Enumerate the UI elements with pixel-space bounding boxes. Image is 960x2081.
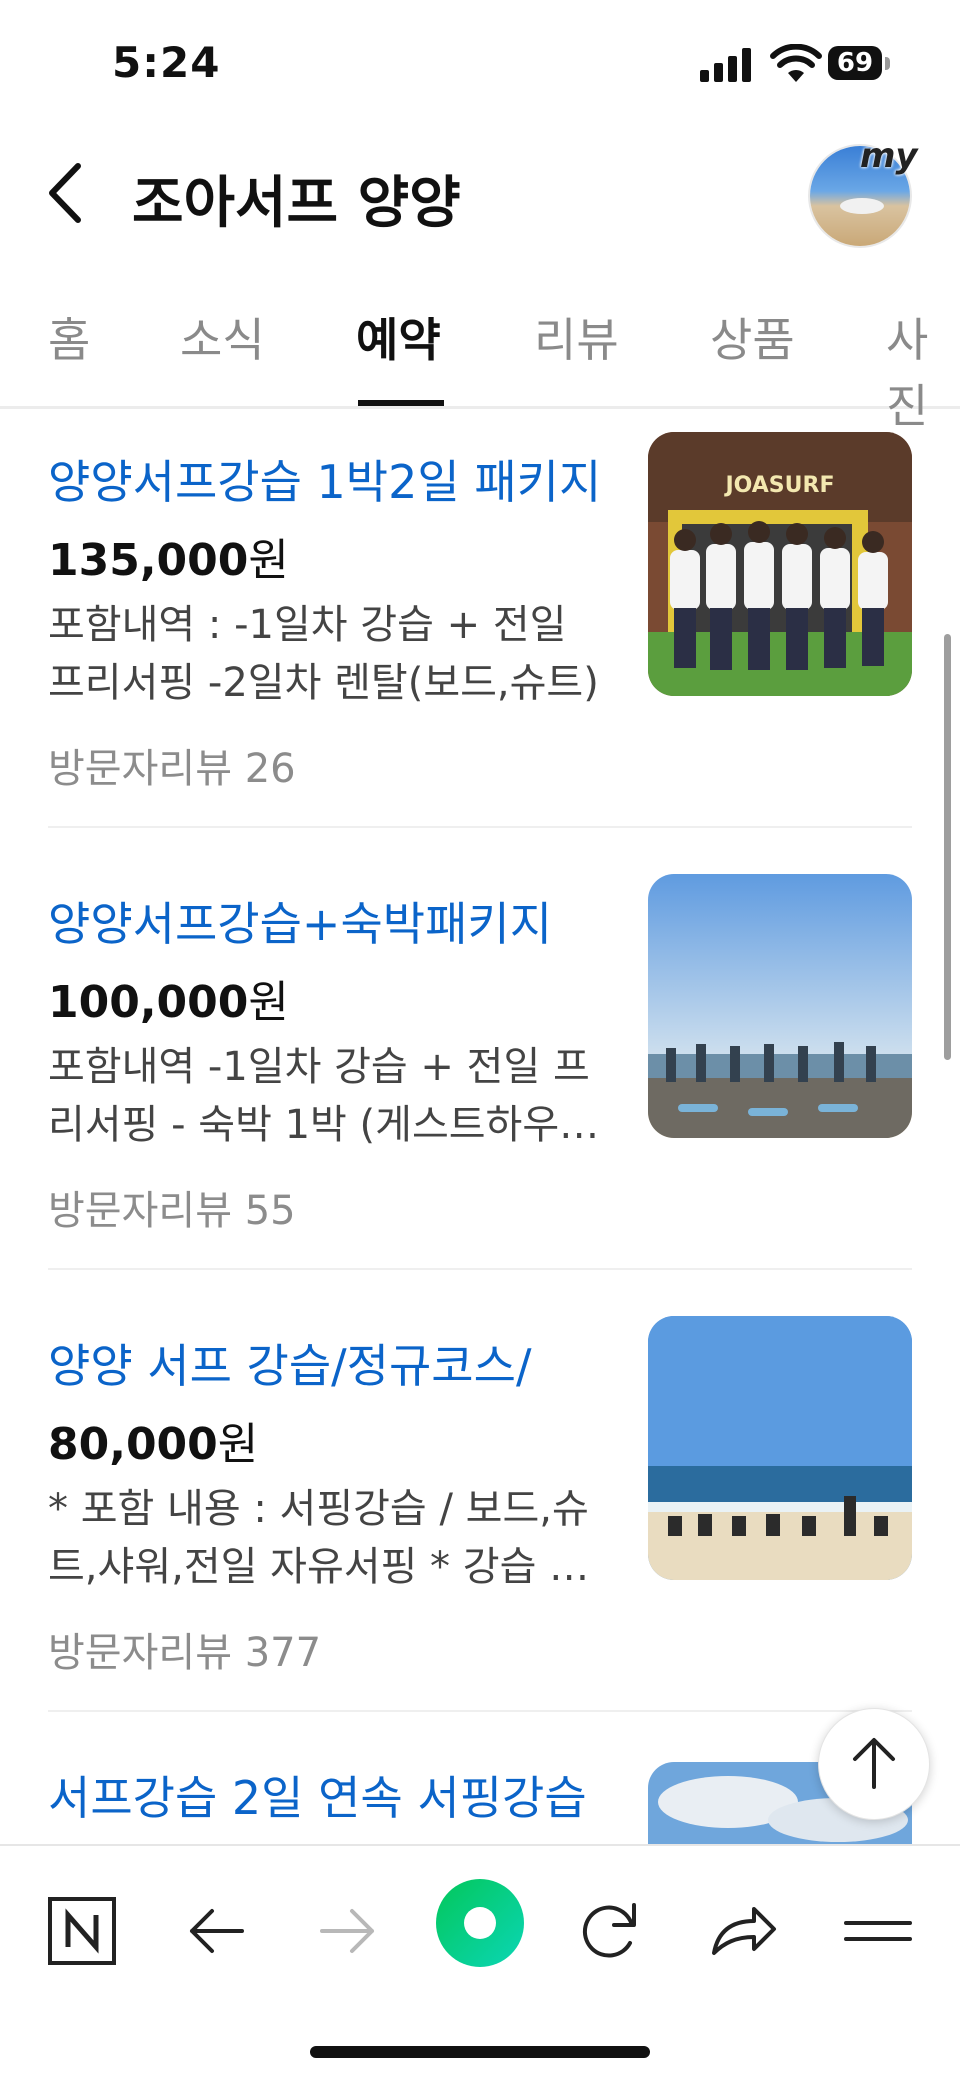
tab-review[interactable]: 리뷰 — [534, 304, 619, 370]
product-description: 포함내역 -1일차 강습 + 전일 프 리서핑 - 숙박 1박 (게스트하우스) — [48, 1044, 608, 1148]
divider — [48, 1710, 912, 1712]
battery-level: 69 — [828, 46, 882, 80]
signal-icon — [700, 48, 751, 82]
product-description: 포함내역 : -1일차 강습 + 전일 프리서핑 -2일차 렌탈(보드,슈트) — [48, 602, 599, 706]
product-name[interactable]: 양양서프강습+숙박패키지 — [48, 888, 608, 954]
status-time: 5:24 — [112, 38, 221, 87]
refresh-icon[interactable] — [570, 1891, 650, 1971]
tab-news[interactable]: 소식 — [180, 304, 265, 370]
product-price: 100,000원 — [48, 977, 289, 1028]
tab-home[interactable]: 홈 — [48, 304, 90, 370]
tab-products[interactable]: 상품 — [710, 304, 795, 370]
list-item[interactable]: 양양 서프 강습/정규코스/ 80,000원 * 포함 내용 : 서핑강습 / … — [0, 1316, 960, 1770]
browser-forward-icon — [320, 1909, 374, 1953]
tab-reservation[interactable]: 예약 — [356, 304, 441, 370]
page-header: 조아서프 양양 my — [0, 128, 960, 258]
product-price: 135,000원 — [48, 535, 289, 586]
product-thumbnail[interactable] — [648, 1316, 912, 1580]
back-arrow-icon[interactable] — [40, 158, 100, 228]
divider — [48, 1268, 912, 1270]
product-name[interactable]: 서프강습 2일 연속 서핑강습 — [48, 1762, 608, 1828]
scroll-to-top-button[interactable] — [818, 1708, 930, 1820]
active-tab-indicator — [358, 400, 444, 406]
home-indicator[interactable] — [310, 2046, 650, 2058]
home-green-icon[interactable] — [434, 1877, 526, 1969]
product-price: 80,000원 — [48, 1419, 259, 1470]
svg-text:JOASURF: JOASURF — [723, 473, 834, 498]
tab-photos[interactable]: 사진 — [886, 304, 960, 436]
wifi-icon — [770, 44, 822, 82]
product-name[interactable]: 양양서프강습 1박2일 패키지 — [48, 446, 608, 512]
scrollbar[interactable] — [944, 634, 951, 1060]
visitor-review-count[interactable]: 방문자리뷰 26 — [48, 736, 296, 794]
menu-icon[interactable] — [838, 1891, 918, 1971]
status-bar: 5:24 69 — [0, 0, 960, 128]
my-avatar-button[interactable]: my — [810, 136, 918, 246]
list-item[interactable]: 양양서프강습+숙박패키지 100,000원 포함내역 -1일차 강습 + 전일 … — [0, 874, 960, 1328]
naver-logo-icon[interactable] — [42, 1891, 122, 1971]
page-title: 조아서프 양양 — [132, 171, 461, 236]
share-icon[interactable] — [702, 1891, 782, 1971]
visitor-review-count[interactable]: 방문자리뷰 55 — [48, 1178, 296, 1236]
browser-toolbar — [0, 1844, 960, 2081]
divider — [48, 826, 912, 828]
list-item[interactable]: 서프강습 2일 연속 서핑강습 — [0, 1762, 960, 1844]
product-description: * 포함 내용 : 서핑강습 / 보드,슈 트,샤워,전일 자유서핑 * 강습 … — [48, 1486, 608, 1590]
browser-back-icon[interactable] — [176, 1891, 256, 1971]
product-name[interactable]: 양양 서프 강습/정규코스/ — [48, 1330, 608, 1396]
visitor-review-count[interactable]: 방문자리뷰 377 — [48, 1620, 321, 1678]
my-label: my — [860, 136, 918, 176]
product-thumbnail[interactable]: JOASURF — [648, 432, 912, 696]
scroll-to-top-icon — [853, 1738, 895, 1789]
product-thumbnail[interactable] — [648, 874, 912, 1138]
list-item[interactable]: 양양서프강습 1박2일 패키지 135,000원 포함내역 : -1일차 강습 … — [0, 432, 960, 886]
tab-bar: 홈 소식 예약 리뷰 상품 사진 — [0, 292, 960, 433]
battery-icon: 69 — [828, 46, 890, 82]
